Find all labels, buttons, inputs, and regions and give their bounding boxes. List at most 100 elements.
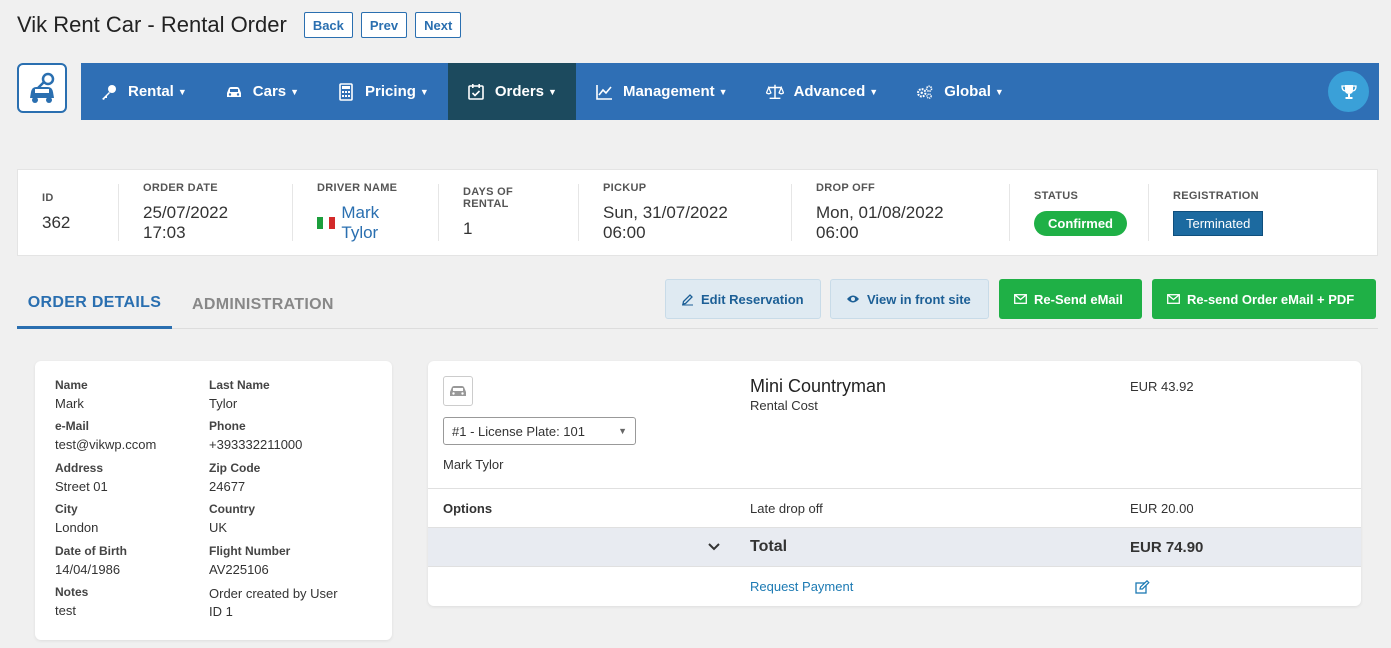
menu-pricing[interactable]: Pricing ▼ (318, 63, 448, 120)
prev-button[interactable]: Prev (360, 12, 408, 38)
dob-label: Date of Birth (55, 544, 127, 558)
page-title: Vik Rent Car - Rental Order (17, 12, 287, 37)
menu-advanced[interactable]: Advanced ▼ (747, 63, 898, 120)
next-button[interactable]: Next (415, 12, 462, 38)
pencil-icon (681, 293, 694, 306)
driver-link[interactable]: Mark Tylor (317, 203, 414, 243)
chevron-down-icon[interactable] (708, 528, 720, 566)
order-date-value: 25/07/2022 17:03 (143, 203, 229, 242)
envelope-icon (1014, 294, 1027, 304)
car-model-name: Mini Countryman (750, 376, 887, 396)
name-label: Name (55, 378, 88, 392)
car-cost-subtitle: Rental Cost (750, 398, 818, 413)
status-label: STATUS (1034, 189, 1079, 202)
id-value: 362 (42, 213, 71, 232)
menu-cars[interactable]: Cars ▼ (206, 63, 318, 120)
options-row: Options Late drop off EUR 20.00 (428, 488, 1361, 528)
summary-registration: REGISTRATION Terminated (1149, 184, 1309, 241)
caret-down-icon: ▼ (718, 86, 728, 97)
dropoff-label: DROP OFF (816, 182, 876, 194)
edit-reservation-label: Edit Reservation (701, 291, 804, 307)
field-city: City London (55, 502, 98, 535)
rental-cost-card: #1 - License Plate: 101 ▼ Mark Tylor Min… (428, 361, 1361, 606)
resend-email-pdf-label: Re-send Order eMail + PDF (1187, 291, 1355, 307)
trophy-button[interactable] (1328, 71, 1369, 112)
created-line-2: ID 1 (209, 604, 233, 619)
summary-days: DAYS OF RENTAL 1 (439, 184, 579, 241)
registration-badge[interactable]: Terminated (1173, 210, 1264, 236)
customer-details-card: Name Mark Last Name Tylor e-Mail test@vi… (35, 361, 392, 640)
pickup-label: PICKUP (603, 182, 647, 194)
calendar-check-icon (467, 83, 485, 101)
resend-email-label: Re-Send eMail (1034, 291, 1123, 307)
request-payment-link[interactable]: Request Payment (750, 567, 853, 606)
resend-email-button[interactable]: Re-Send eMail (999, 279, 1142, 319)
field-phone: Phone +393332211000 (209, 419, 302, 452)
back-button[interactable]: Back (303, 12, 353, 38)
caret-down-icon: ▼ (869, 86, 879, 97)
resend-email-pdf-button[interactable]: Re-send Order eMail + PDF (1152, 279, 1376, 319)
car-thumbnail (443, 376, 473, 406)
edit-reservation-button[interactable]: Edit Reservation (665, 279, 821, 319)
dropoff-value: Mon, 01/08/2022 06:00 (816, 203, 944, 242)
car-icon (450, 386, 466, 396)
tab-administration[interactable]: ADMINISTRATION (192, 280, 334, 329)
summary-order-date: ORDER DATE 25/07/2022 17:03 (119, 182, 293, 242)
summary-id: ID 362 (18, 184, 119, 241)
field-address: Address Street 01 (55, 461, 108, 494)
options-label: Options (443, 501, 493, 516)
days-label: DAYS OF RENTAL (463, 186, 513, 210)
menu-global[interactable]: Global ▼ (897, 63, 1023, 120)
menu-management[interactable]: Management ▼ (576, 63, 747, 120)
cogs-icon (916, 83, 934, 101)
city-label: City (55, 502, 78, 516)
menu-management-label: Management (622, 83, 715, 100)
car-key-logo-icon (30, 72, 55, 103)
field-country: Country UK (209, 502, 255, 535)
driver-label: DRIVER NAME (317, 182, 398, 194)
car-icon (225, 83, 243, 101)
eye-icon (846, 294, 860, 304)
email-label: e-Mail (55, 419, 90, 433)
registration-label: REGISTRATION (1173, 189, 1259, 202)
order-summary: ID 362 ORDER DATE 25/07/2022 17:03 DRIVE… (17, 169, 1378, 256)
field-flight: Flight Number AV225106 (209, 544, 290, 577)
id-label: ID (42, 192, 54, 204)
field-dob: Date of Birth 14/04/1986 (55, 544, 127, 577)
dob-value: 14/04/1986 (55, 562, 121, 577)
edit-icon[interactable] (1135, 567, 1150, 606)
view-front-site-button[interactable]: View in front site (830, 279, 989, 319)
phone-value: +393332211000 (209, 437, 303, 452)
caret-down-icon: ▼ (548, 86, 557, 97)
menu-orders[interactable]: Orders ▼ (447, 63, 576, 120)
zip-label: Zip Code (209, 461, 261, 475)
flight-label: Flight Number (209, 544, 291, 558)
caret-down-icon: ▼ (290, 86, 300, 97)
total-row: Total EUR 74.90 (428, 527, 1361, 567)
field-zip: Zip Code 24677 (209, 461, 260, 494)
summary-driver: DRIVER NAME Mark Tylor (293, 182, 439, 243)
menu-cars-label: Cars (252, 83, 287, 100)
car-rental-price: EUR 43.92 (1130, 379, 1194, 394)
calculator-icon (337, 82, 355, 101)
tab-order-details[interactable]: ORDER DETAILS (17, 280, 172, 329)
chart-line-icon (595, 83, 613, 101)
license-plate-value: #1 - License Plate: 101 (452, 423, 585, 439)
driver-value: Mark Tylor (341, 203, 380, 242)
summary-pickup: PICKUP Sun, 31/07/2022 06:00 (579, 182, 792, 242)
summary-dropoff: DROP OFF Mon, 01/08/2022 06:00 (792, 182, 1010, 242)
menu-rental-label: Rental (128, 83, 174, 100)
email-value: test@vikwp.ccom (55, 437, 157, 452)
order-created-note: Order created by User ID 1 (209, 585, 338, 621)
menu-rental[interactable]: Rental ▼ (81, 63, 206, 120)
license-plate-select[interactable]: #1 - License Plate: 101 ▼ (443, 417, 636, 445)
country-value: UK (209, 520, 228, 535)
field-email: e-Mail test@vikwp.ccom (55, 419, 156, 452)
field-name: Name Mark (55, 378, 88, 411)
field-lastname: Last Name Tylor (209, 378, 270, 411)
address-label: Address (55, 461, 104, 475)
app-logo[interactable] (17, 63, 67, 113)
flight-value: AV225106 (209, 562, 269, 577)
key-icon (100, 83, 118, 101)
menu-advanced-label: Advanced (793, 83, 866, 100)
